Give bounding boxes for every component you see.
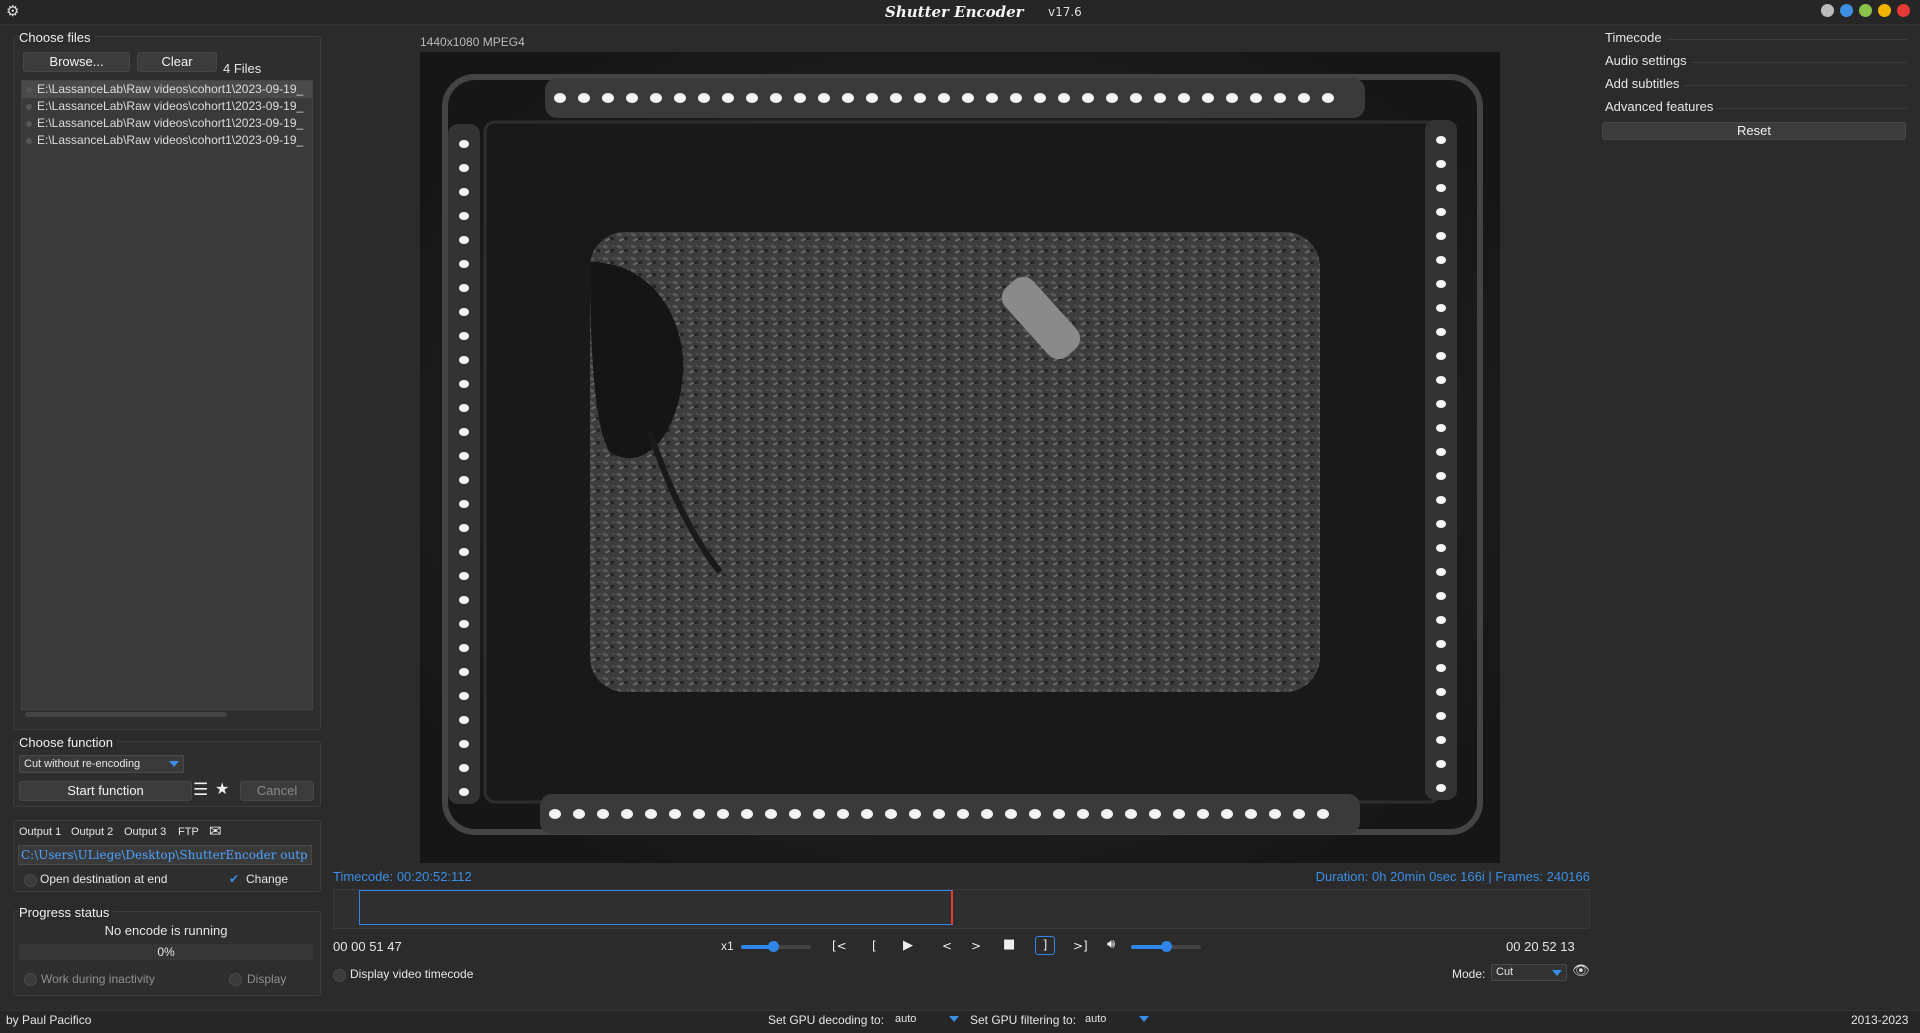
maximize-icon[interactable] [1878,4,1891,17]
file-list-item[interactable]: E:\LassanceLab\Raw videos\cohort1\2023-0… [22,115,312,132]
display-timecode-radio[interactable] [333,968,346,983]
progress-status: No encode is running [104,923,228,938]
mark-out-icon[interactable]: ] [1035,936,1055,955]
app-version: v17.6 [1048,5,1082,19]
title-bar: ⚙ Shutter Encoder v17.6 [0,0,1920,25]
file-list-item[interactable]: E:\LassanceLab\Raw videos\cohort1\2023-0… [22,81,312,98]
next-frame-icon[interactable]: > [971,939,981,953]
change-checkbox[interactable]: ✔ [229,872,239,886]
settings-subtitles[interactable]: Add subtitles [1605,76,1907,92]
file-list-item[interactable]: E:\LassanceLab\Raw videos\cohort1\2023-0… [22,98,312,115]
start-function-button[interactable]: Start function [19,781,192,801]
file-count: 4 Files [223,61,262,76]
timeline-selection[interactable] [359,890,953,925]
progress-percent: 0% [157,945,175,959]
settings-audio[interactable]: Audio settings [1605,53,1907,69]
mode-select[interactable]: Cut [1491,964,1567,981]
file-list-item[interactable]: E:\LassanceLab\Raw videos\cohort1\2023-0… [22,132,312,149]
display-label: Display [247,972,287,986]
close-icon[interactable] [1897,4,1910,17]
tab-output-2[interactable]: Output 2 [71,826,113,838]
previous-frame-icon[interactable]: < [942,939,952,953]
work-inactivity-label: Work during inactivity [41,972,155,986]
work-inactivity-radio[interactable] [24,972,37,987]
function-title: Choose function [19,735,117,750]
gpu-filtering-label: Set GPU filtering to: [970,1013,1077,1027]
globe-icon[interactable] [1821,4,1834,17]
mark-in-icon[interactable]: [ [872,939,877,953]
display-timecode-label: Display video timecode [350,967,474,981]
file-list[interactable]: E:\LassanceLab\Raw videos\cohort1\2023-0… [21,80,313,710]
clear-button[interactable]: Clear [137,52,217,72]
volume-icon[interactable]: 🔊︎ [1107,937,1115,952]
progress-title: Progress status [19,905,114,920]
gpu-decoding-select[interactable]: auto [891,1012,963,1028]
help-icon[interactable] [1840,4,1853,17]
change-label: Change [246,872,289,886]
go-to-end-icon[interactable]: >] [1073,939,1088,953]
reset-button[interactable]: Reset [1602,122,1906,140]
go-to-start-icon[interactable]: [< [832,939,847,953]
video-frame[interactable] [420,52,1500,863]
settings-timecode[interactable]: Timecode [1605,30,1907,46]
eye-icon[interactable]: 👁︎ [1572,963,1590,979]
cage-scene [420,52,1500,863]
open-destination-label: Open destination at end [40,872,168,886]
speed-label: x1 [721,939,734,953]
settings-advanced[interactable]: Advanced features [1605,99,1907,115]
mail-icon[interactable]: ✉ [209,822,222,840]
duration-label: Duration: 0h 20min 0sec 166i | Frames: 2… [1315,869,1590,884]
tab-output-1[interactable]: Output 1 [19,826,61,838]
years-label: 2013-2023 [1851,1013,1909,1027]
timecode-label: Timecode: 00:20:52:112 [333,869,472,884]
tab-ftp[interactable]: FTP [178,826,199,838]
display-radio[interactable] [229,972,242,987]
settings-panel: Timecode Audio settings Add subtitles Ad… [1600,28,1908,148]
volume-slider[interactable] [1131,941,1201,952]
cancel-button[interactable]: Cancel [240,781,314,801]
stop-icon[interactable]: ■ [1003,937,1015,952]
gear-icon[interactable]: ⚙ [6,2,19,20]
out-timecode[interactable]: 00 20 52 13 [1506,939,1575,954]
function-select[interactable]: Cut without re-encoding [19,755,184,773]
author-label: by Paul Pacifico [6,1013,92,1027]
in-timecode[interactable]: 00 00 51 47 [333,939,402,954]
tab-output-3[interactable]: Output 3 [124,826,166,838]
app-title: Shutter Encoder [885,3,1024,21]
star-icon[interactable]: ★ [215,779,229,798]
video-info: 1440x1080 MPEG4 [420,35,525,49]
open-destination-radio[interactable] [24,873,37,888]
files-title: Choose files [19,30,95,45]
speed-slider[interactable] [741,941,811,952]
list-icon[interactable]: ☰ [193,780,208,800]
minimize-icon[interactable] [1859,4,1872,17]
file-list-scrollbar[interactable] [25,712,227,717]
gpu-decoding-label: Set GPU decoding to: [768,1013,885,1027]
browse-button[interactable]: Browse... [23,52,130,72]
output-path-field[interactable]: C:\Users\ULiege\Desktop\ShutterEncoder o… [18,845,312,865]
play-icon[interactable]: ▶ [903,938,913,953]
gpu-filtering-select[interactable]: auto [1081,1012,1153,1028]
mode-label: Mode: [1452,967,1486,981]
